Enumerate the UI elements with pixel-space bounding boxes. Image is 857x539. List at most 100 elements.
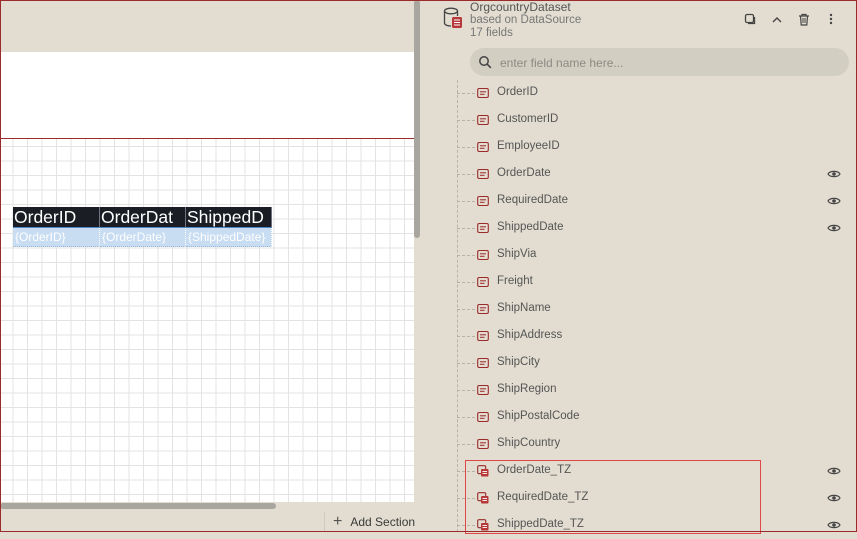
field-icon (477, 222, 489, 234)
field-item[interactable]: OrderDate (457, 161, 857, 188)
field-name: Freight (497, 275, 533, 287)
field-name: RequiredDate (497, 194, 568, 206)
more-options-button[interactable] (823, 11, 839, 27)
vertical-scrollbar-thumb[interactable] (414, 0, 420, 238)
table-detail-cell[interactable]: {ShippedDate} (186, 228, 272, 247)
field-icon (477, 168, 489, 180)
search-input[interactable] (498, 52, 842, 74)
field-name: ShipAddress (497, 329, 563, 341)
duplicate-button[interactable] (742, 11, 758, 27)
field-item[interactable]: ShipName (457, 296, 857, 323)
field-item[interactable]: RequiredDate_TZ (457, 485, 857, 512)
field-name: ShipName (497, 302, 551, 314)
tree-branch-line (457, 255, 475, 256)
field-icon (477, 357, 489, 369)
field-icon (477, 330, 489, 342)
tree-branch-line (457, 390, 475, 391)
tree-branch-line (457, 174, 475, 175)
visibility-eye-icon[interactable] (827, 196, 841, 206)
field-item[interactable]: ShipAddress (457, 323, 857, 350)
trash-icon (799, 13, 809, 26)
data-panel: OrgcountryDataset based on DataSource 17… (421, 0, 857, 532)
dataset-source: based on DataSource (470, 14, 582, 26)
field-name: ShipCity (497, 356, 540, 368)
chevron-up-icon (772, 16, 782, 22)
report-table[interactable]: OrderID OrderDat ShippedD {OrderID} {Ord… (13, 207, 272, 247)
field-name: EmployeeID (497, 140, 560, 152)
field-item[interactable]: ShipCountry (457, 431, 857, 458)
dataset-icon (443, 7, 462, 28)
copy-icon (744, 13, 756, 25)
table-header-row: OrderID OrderDat ShippedD (13, 207, 272, 228)
field-name: OrderDate (497, 167, 551, 179)
field-name: ShipVia (497, 248, 537, 260)
calculated-field-icon (477, 519, 489, 531)
visibility-eye-icon[interactable] (827, 169, 841, 179)
field-name: ShippedDate_TZ (497, 518, 584, 530)
tree-branch-line (457, 147, 475, 148)
table-detail-cell[interactable]: {OrderID} (13, 228, 100, 247)
visibility-eye-icon[interactable] (827, 493, 841, 503)
horizontal-scrollbar-thumb[interactable] (0, 503, 276, 509)
field-icon (477, 411, 489, 423)
field-item[interactable]: CustomerID (457, 107, 857, 134)
field-name: ShipRegion (497, 383, 557, 395)
field-item[interactable]: Freight (457, 269, 857, 296)
table-detail-row: {OrderID} {OrderDate} {ShippedDate} (13, 228, 272, 247)
visibility-eye-icon[interactable] (827, 466, 841, 476)
delete-button[interactable] (796, 11, 812, 27)
tree-branch-line (457, 282, 475, 283)
field-icon (477, 114, 489, 126)
field-icon (477, 87, 489, 99)
more-vertical-icon (829, 13, 833, 25)
table-header-cell[interactable]: ShippedD (186, 207, 272, 228)
report-section-body-grid[interactable] (0, 139, 414, 502)
field-icon (477, 195, 489, 207)
field-item[interactable]: EmployeeID (457, 134, 857, 161)
table-header-cell[interactable]: OrderID (13, 207, 100, 228)
plus-icon: + (333, 513, 343, 530)
tree-branch-line (457, 471, 475, 472)
table-header-cell[interactable]: OrderDat (100, 207, 186, 228)
field-item[interactable]: ShipPostalCode (457, 404, 857, 431)
field-icon (477, 384, 489, 396)
tree-branch-line (457, 228, 475, 229)
field-item[interactable]: RequiredDate (457, 188, 857, 215)
tree-branch-line (457, 336, 475, 337)
tree-branch-line (457, 93, 475, 94)
add-section-button[interactable]: + Add Section (324, 512, 415, 532)
dataset-field-count: 17 fields (470, 27, 513, 39)
tree-branch-line (457, 120, 475, 121)
add-section-label: Add Section (350, 515, 416, 529)
report-section-header[interactable] (0, 52, 414, 139)
report-designer-canvas[interactable]: OrderID OrderDat ShippedD {OrderID} {Ord… (0, 0, 420, 532)
field-name: CustomerID (497, 113, 559, 125)
field-item[interactable]: ShipRegion (457, 377, 857, 404)
tree-branch-line (457, 201, 475, 202)
search-icon (479, 56, 492, 69)
field-search (470, 48, 849, 76)
field-item[interactable]: OrderDate_TZ (457, 458, 857, 485)
table-detail-cell[interactable]: {OrderDate} (100, 228, 186, 247)
field-name: RequiredDate_TZ (497, 491, 589, 503)
field-item[interactable]: OrderID (457, 80, 857, 107)
calculated-field-icon (477, 492, 489, 504)
tree-branch-line (457, 363, 475, 364)
tree-branch-line (457, 525, 475, 526)
field-item[interactable]: ShipVia (457, 242, 857, 269)
field-name: ShipPostalCode (497, 410, 580, 422)
tree-branch-line (457, 444, 475, 445)
field-name: ShipCountry (497, 437, 561, 449)
tree-branch-line (457, 498, 475, 499)
field-name: OrderDate_TZ (497, 464, 572, 476)
field-item[interactable]: ShippedDate_TZ (457, 512, 857, 539)
field-item[interactable]: ShipCity (457, 350, 857, 377)
field-item[interactable]: ShippedDate (457, 215, 857, 242)
visibility-eye-icon[interactable] (827, 223, 841, 233)
visibility-eye-icon[interactable] (827, 520, 841, 530)
collapse-button[interactable] (769, 11, 785, 27)
calculated-field-icon (477, 465, 489, 477)
field-icon (477, 276, 489, 288)
field-icon (477, 438, 489, 450)
field-icon (477, 303, 489, 315)
